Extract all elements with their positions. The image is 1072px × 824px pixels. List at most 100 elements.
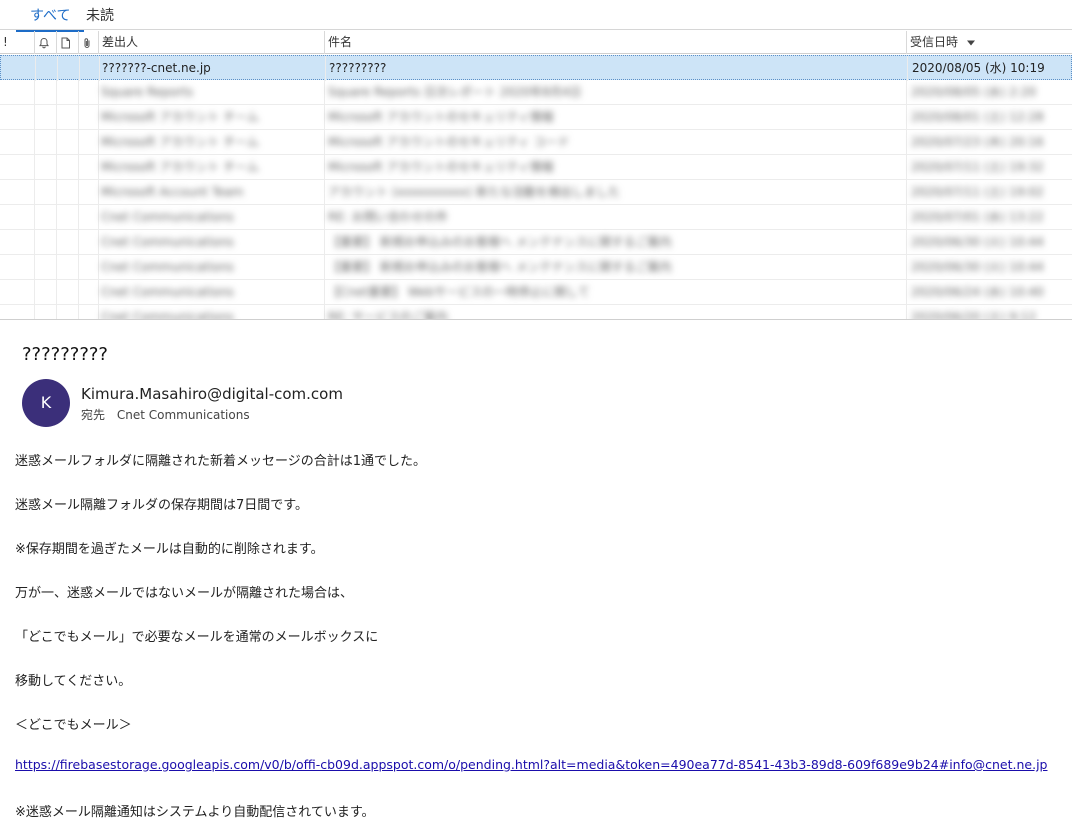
paperclip-icon bbox=[84, 37, 90, 48]
row-sender: Cnet Communications bbox=[101, 310, 234, 320]
tab-all[interactable]: すべて bbox=[15, 5, 86, 32]
message-row[interactable]: Cnet Communications RE: サービスのご案内 2020/06/2… bbox=[0, 305, 1072, 320]
row-subject: ????????? bbox=[329, 61, 387, 75]
column-divider bbox=[906, 280, 907, 305]
column-divider bbox=[98, 155, 99, 180]
column-divider bbox=[324, 305, 325, 319]
column-divider bbox=[906, 230, 907, 255]
column-divider bbox=[98, 280, 99, 305]
row-subject: Microsoft アカウントのセキュリティ情報 bbox=[328, 110, 554, 124]
column-divider bbox=[325, 56, 326, 81]
message-row[interactable]: Microsoft アカウント チーム Microsoft アカウントのセキュリテ… bbox=[0, 155, 1072, 180]
column-divider bbox=[78, 305, 79, 319]
row-date: 2020/07/11 (土) 19:32 bbox=[911, 160, 1044, 174]
row-subject: Microsoft アカウントのセキュリティ コード bbox=[328, 135, 570, 149]
phishing-link[interactable]: https://firebasestorage.googleapis.com/v… bbox=[15, 757, 1048, 772]
column-divider bbox=[56, 130, 57, 155]
column-divider bbox=[324, 205, 325, 230]
column-divider bbox=[56, 230, 57, 255]
row-sender: Microsoft アカウント チーム bbox=[101, 110, 259, 124]
column-divider bbox=[78, 230, 79, 255]
column-divider bbox=[34, 230, 35, 255]
column-item-type[interactable] bbox=[56, 31, 78, 54]
to-label: 宛先 bbox=[81, 408, 106, 422]
recipient-line: 宛先 Cnet Communications bbox=[81, 406, 250, 423]
body-line: 万が一、迷惑メールではないメールが隔離された場合は、 bbox=[15, 586, 354, 601]
message-row[interactable]: Microsoft アカウント チーム Microsoft アカウントのセキュリテ… bbox=[0, 105, 1072, 130]
column-divider bbox=[324, 130, 325, 155]
importance-label: ! bbox=[3, 35, 8, 49]
body-line: ＜どこでもメール＞ bbox=[15, 718, 132, 733]
message-row[interactable]: ???????-cnet.ne.jp????????? 2020/08/05 (水… bbox=[0, 55, 1072, 81]
row-date: 2020/08/05 (水) 2:20 bbox=[911, 85, 1037, 99]
column-divider bbox=[78, 130, 79, 155]
column-divider bbox=[324, 155, 325, 180]
recipient-name[interactable]: Cnet Communications bbox=[117, 408, 250, 422]
column-divider bbox=[906, 255, 907, 280]
column-divider bbox=[34, 205, 35, 230]
message-row[interactable]: Microsoft Account Team アカウント (xxxxxxxxxx)… bbox=[0, 180, 1072, 205]
row-sender: Microsoft Account Team bbox=[101, 185, 244, 199]
row-subject: 【重要】 新規お申込みのお客様へ メンテナンスに関するご案内 bbox=[328, 235, 672, 249]
row-sender: ???????-cnet.ne.jp bbox=[102, 61, 211, 75]
sort-desc-icon bbox=[966, 40, 975, 45]
message-row[interactable]: Cnet Communications 【Cnet重要】 Webサービスの一時停止… bbox=[0, 280, 1072, 305]
column-divider bbox=[78, 280, 79, 305]
column-received[interactable]: 受信日時 bbox=[906, 31, 1072, 54]
column-divider bbox=[98, 180, 99, 205]
message-row[interactable]: Square Reports Square Reports 日次レポート 2020… bbox=[0, 80, 1072, 105]
column-divider bbox=[34, 105, 35, 130]
body-line: 移動してください。 bbox=[15, 674, 132, 689]
row-subject: 【Cnet重要】 Webサービスの一時停止に関して bbox=[328, 285, 590, 299]
column-divider bbox=[98, 230, 99, 255]
column-divider bbox=[324, 255, 325, 280]
row-date: 2020/08/01 (土) 12:28 bbox=[911, 110, 1044, 124]
folder-filter-tabs: すべて 未読 bbox=[0, 0, 1072, 32]
column-divider bbox=[907, 56, 908, 81]
column-divider bbox=[56, 305, 57, 319]
row-date: 2020/07/23 (木) 20:16 bbox=[911, 135, 1044, 149]
column-sender[interactable]: 差出人 bbox=[98, 31, 324, 54]
sender-address[interactable]: Kimura.Masahiro@digital-com.com bbox=[81, 385, 343, 403]
message-row[interactable]: Microsoft アカウント チーム Microsoft アカウントのセキュリテ… bbox=[0, 130, 1072, 155]
row-subject: Square Reports 日次レポート 2020年8月4日 bbox=[328, 85, 582, 99]
column-divider bbox=[78, 80, 79, 105]
column-divider bbox=[78, 105, 79, 130]
message-row[interactable]: Cnet Communications RE: お問い合わせの件 2020/07/0… bbox=[0, 205, 1072, 230]
sender-avatar[interactable]: K bbox=[22, 379, 70, 427]
row-sender: Cnet Communications bbox=[101, 285, 234, 299]
column-importance[interactable]: ! bbox=[0, 31, 34, 54]
column-divider bbox=[324, 80, 325, 105]
bell-icon bbox=[39, 37, 49, 48]
row-date: 2020/07/11 (土) 19:02 bbox=[911, 185, 1044, 199]
row-subject: アカウント (xxxxxxxxxx) 新たな活動を検出しました bbox=[328, 185, 621, 199]
row-subject: RE: お問い合わせの件 bbox=[328, 210, 448, 224]
row-sender: Cnet Communications bbox=[101, 235, 234, 249]
body-footer: ※迷惑メール隔離通知はシステムより自動配信されています。 bbox=[15, 805, 375, 820]
message-row[interactable]: Cnet Communications 【重要】 新規お申込みのお客様へ メンテナ… bbox=[0, 255, 1072, 280]
column-divider bbox=[78, 255, 79, 280]
column-reminder[interactable] bbox=[34, 31, 56, 54]
column-divider bbox=[98, 105, 99, 130]
column-divider bbox=[35, 56, 36, 81]
column-divider bbox=[906, 130, 907, 155]
row-sender: Cnet Communications bbox=[101, 260, 234, 274]
tab-unread[interactable]: 未読 bbox=[86, 5, 114, 25]
column-divider bbox=[56, 205, 57, 230]
column-subject[interactable]: 件名 bbox=[324, 31, 906, 54]
column-divider bbox=[78, 155, 79, 180]
column-divider bbox=[34, 130, 35, 155]
row-subject: 【重要】 新規お申込みのお客様へ メンテナンスに関するご案内 bbox=[328, 260, 672, 274]
column-divider bbox=[57, 56, 58, 81]
column-divider bbox=[56, 155, 57, 180]
row-date: 2020/08/05 (水) 10:19 bbox=[912, 61, 1045, 75]
message-row[interactable]: Cnet Communications 【重要】 新規お申込みのお客様へ メンテナ… bbox=[0, 230, 1072, 255]
row-subject: RE: サービスのご案内 bbox=[328, 310, 448, 320]
document-icon bbox=[61, 37, 70, 48]
column-divider bbox=[324, 105, 325, 130]
column-divider bbox=[906, 105, 907, 130]
column-divider bbox=[324, 180, 325, 205]
row-date: 2020/06/24 (水) 10:40 bbox=[911, 285, 1044, 299]
row-date: 2020/06/30 (火) 10:44 bbox=[911, 235, 1044, 249]
column-attachment[interactable] bbox=[78, 31, 98, 54]
